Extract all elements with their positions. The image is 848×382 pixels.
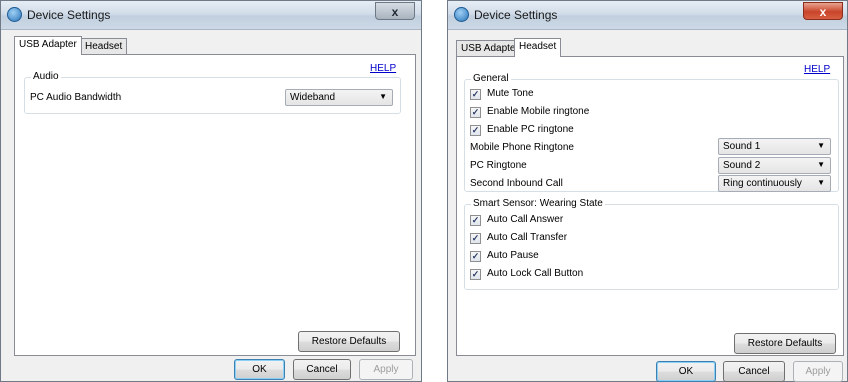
- help-link[interactable]: HELP: [370, 63, 396, 74]
- tab-headset[interactable]: Headset: [514, 38, 562, 57]
- checkbox-label: Enable Mobile ringtone: [487, 106, 590, 117]
- checkbox-label: Auto Lock Call Button: [487, 268, 584, 279]
- cancel-button[interactable]: Cancel: [293, 359, 351, 380]
- apply-button[interactable]: Apply: [793, 361, 843, 382]
- window-title: Device Settings: [27, 8, 111, 22]
- restore-defaults-button[interactable]: Restore Defaults: [734, 333, 836, 354]
- pc-audio-bandwidth-label: PC Audio Bandwidth: [30, 92, 122, 103]
- checkbox-label: Auto Pause: [487, 250, 539, 261]
- close-icon[interactable]: x: [803, 2, 843, 20]
- headset-app-icon: [7, 7, 22, 22]
- checkbox-label: Mute Tone: [487, 88, 534, 99]
- chevron-down-icon: ▼: [817, 178, 825, 187]
- chevron-down-icon: ▼: [817, 160, 825, 169]
- help-link[interactable]: HELP: [804, 64, 830, 75]
- audio-group-legend: Audio: [31, 71, 61, 82]
- tab-usb-adapter[interactable]: USB Adapter: [14, 36, 82, 55]
- general-group-legend: General: [471, 73, 511, 84]
- ok-button[interactable]: OK: [656, 361, 716, 382]
- device-settings-window-headset: Device Settings x USB Adapter Headset HE…: [447, 0, 848, 382]
- pc-ringtone-value: Sound 2: [723, 160, 761, 171]
- general-group: General ✓ Mute Tone ✓ Enable Mobile ring…: [464, 73, 839, 192]
- second-inbound-call-value: Ring continuously: [723, 178, 802, 189]
- pc-ringtone-label: PC Ringtone: [470, 160, 527, 171]
- checkbox-label: Auto Call Answer: [487, 214, 564, 225]
- cancel-button[interactable]: Cancel: [723, 361, 785, 382]
- checkmark-icon: ✓: [470, 269, 481, 280]
- pc-audio-bandwidth-value: Wideband: [290, 92, 336, 103]
- tab-headset[interactable]: Headset: [80, 38, 128, 55]
- second-inbound-call-label: Second Inbound Call: [470, 178, 563, 189]
- audio-group: Audio PC Audio Bandwidth Wideband ▼: [24, 71, 401, 114]
- checkmark-icon: ✓: [470, 125, 481, 136]
- mobile-phone-ringtone-value: Sound 1: [723, 141, 761, 152]
- checkmark-icon: ✓: [470, 215, 481, 226]
- checkbox-label: Auto Call Transfer: [487, 232, 568, 243]
- restore-defaults-button[interactable]: Restore Defaults: [298, 331, 400, 352]
- title-bar[interactable]: Device Settings x: [448, 1, 847, 30]
- checkbox-label: Enable PC ringtone: [487, 124, 574, 135]
- checkmark-icon: ✓: [470, 89, 481, 100]
- title-bar[interactable]: Device Settings x: [1, 1, 421, 30]
- mobile-phone-ringtone-label: Mobile Phone Ringtone: [470, 142, 574, 153]
- smart-sensor-group: Smart Sensor: Wearing State ✓ Auto Call …: [464, 198, 839, 290]
- mobile-phone-ringtone-dropdown[interactable]: Sound 1 ▼: [718, 138, 831, 155]
- chevron-down-icon: ▼: [379, 92, 387, 101]
- ok-button[interactable]: OK: [234, 359, 285, 380]
- apply-button[interactable]: Apply: [359, 359, 413, 380]
- tab-page-headset: HELP General ✓ Mute Tone ✓ Enable Mobile…: [456, 56, 844, 356]
- checkmark-icon: ✓: [470, 233, 481, 244]
- checkmark-icon: ✓: [470, 251, 481, 262]
- pc-ringtone-dropdown[interactable]: Sound 2 ▼: [718, 157, 831, 174]
- headset-app-icon: [454, 7, 469, 22]
- close-icon[interactable]: x: [375, 2, 415, 20]
- device-settings-window-usb: Device Settings x USB Adapter Headset HE…: [0, 0, 422, 382]
- second-inbound-call-dropdown[interactable]: Ring continuously ▼: [718, 175, 831, 192]
- pc-audio-bandwidth-dropdown[interactable]: Wideband ▼: [285, 89, 393, 106]
- chevron-down-icon: ▼: [817, 141, 825, 150]
- window-title: Device Settings: [474, 8, 558, 22]
- smart-sensor-group-legend: Smart Sensor: Wearing State: [471, 198, 605, 209]
- checkmark-icon: ✓: [470, 107, 481, 118]
- tab-page-usb-adapter: HELP Audio PC Audio Bandwidth Wideband ▼…: [14, 54, 416, 356]
